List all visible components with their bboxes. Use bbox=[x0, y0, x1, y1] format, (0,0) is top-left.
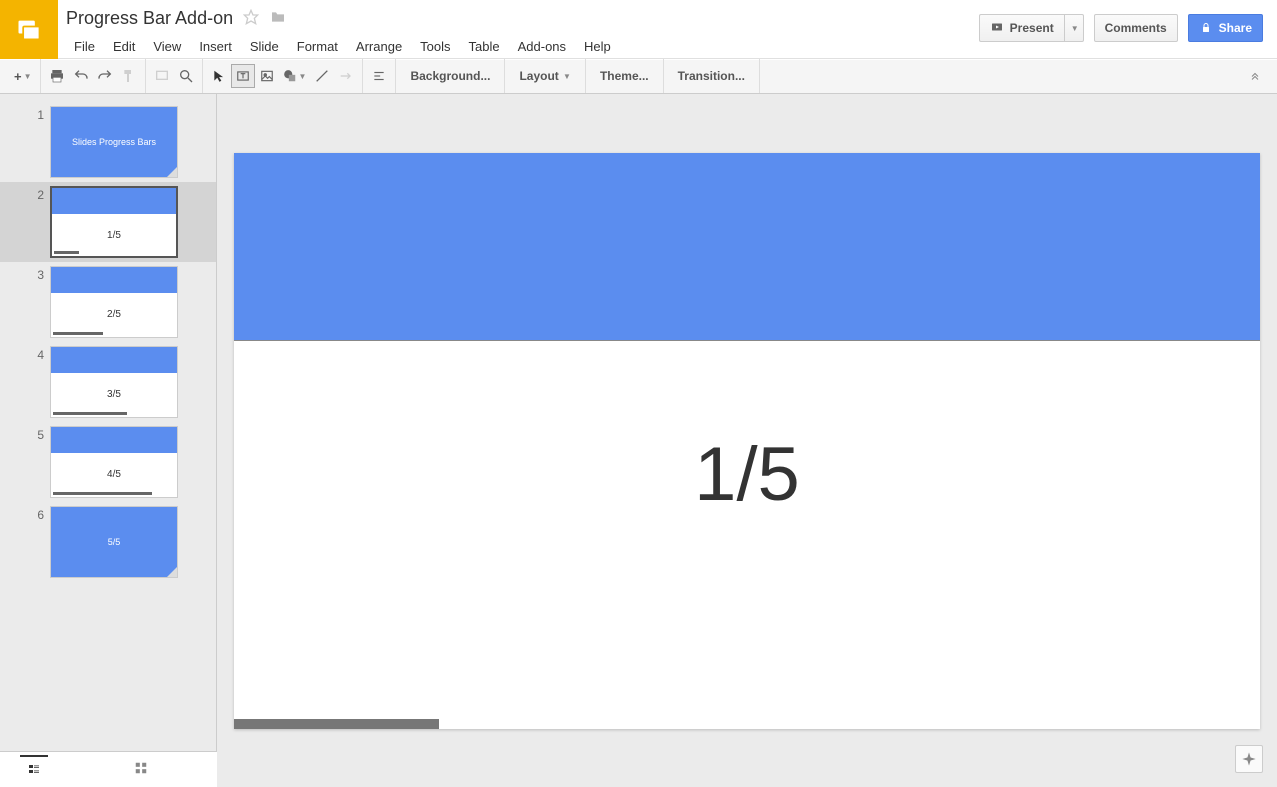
present-dropdown[interactable]: ▼ bbox=[1064, 14, 1084, 42]
menu-table[interactable]: Table bbox=[461, 35, 508, 58]
view-bar bbox=[0, 751, 217, 787]
menu-view[interactable]: View bbox=[145, 35, 189, 58]
thumbnail-row[interactable]: 3 2/5 bbox=[0, 262, 216, 342]
app-header: Progress Bar Add-on File Edit View Inser… bbox=[0, 0, 1277, 59]
thumbnail-title: Slides Progress Bars bbox=[51, 107, 177, 177]
slide-main-text: 1/5 bbox=[234, 431, 1260, 518]
background-button[interactable]: Background... bbox=[400, 64, 500, 88]
slide-panel[interactable]: 1 Slides Progress Bars 2 1/5 3 2/5 4 3/5 5 4/5 6 5/… bbox=[0, 94, 217, 787]
thumbnail-progress bbox=[54, 251, 79, 254]
thumbnail-number: 3 bbox=[0, 266, 44, 282]
arrow-icon[interactable] bbox=[334, 64, 358, 88]
present-button[interactable]: Present bbox=[979, 14, 1064, 42]
thumbnail-band bbox=[52, 188, 176, 214]
explore-button[interactable] bbox=[1235, 745, 1263, 773]
slide-header-band bbox=[234, 153, 1260, 341]
workspace: 1 Slides Progress Bars 2 1/5 3 2/5 4 3/5 5 4/5 6 5/… bbox=[0, 94, 1277, 787]
thumbnail-number: 1 bbox=[0, 106, 44, 122]
thumbnail-row[interactable]: 5 4/5 bbox=[0, 422, 216, 502]
present-button-group: Present ▼ bbox=[979, 14, 1084, 42]
thumbnail[interactable]: 3/5 bbox=[50, 346, 178, 418]
layout-button[interactable]: Layout ▼ bbox=[509, 64, 580, 88]
grid-view-icon[interactable] bbox=[128, 755, 154, 784]
theme-button[interactable]: Theme... bbox=[590, 64, 659, 88]
menu-format[interactable]: Format bbox=[289, 35, 346, 58]
shape-icon[interactable]: ▼ bbox=[279, 64, 311, 88]
present-label: Present bbox=[1010, 21, 1054, 35]
folder-icon[interactable] bbox=[269, 9, 287, 28]
thumbnail-row[interactable]: 4 3/5 bbox=[0, 342, 216, 422]
thumbnail-progress bbox=[53, 332, 103, 335]
thumbnail-row[interactable]: 6 5/5 bbox=[0, 502, 216, 582]
thumbnail[interactable]: 1/5 bbox=[50, 186, 178, 258]
collapse-toolbar-icon[interactable] bbox=[1239, 69, 1271, 84]
thumbnail-text: 2/5 bbox=[51, 293, 177, 337]
redo-icon[interactable] bbox=[93, 64, 117, 88]
align-icon[interactable] bbox=[367, 64, 391, 88]
print-icon[interactable] bbox=[45, 64, 69, 88]
current-slide[interactable]: 1/5 bbox=[234, 153, 1260, 729]
thumbnail-band bbox=[51, 267, 177, 293]
thumbnail-band bbox=[51, 427, 177, 453]
share-label: Share bbox=[1219, 21, 1252, 35]
filmstrip-view-icon[interactable] bbox=[20, 755, 48, 784]
thumbnail-number: 4 bbox=[0, 346, 44, 362]
thumbnail-number: 2 bbox=[0, 186, 44, 202]
menu-addons[interactable]: Add-ons bbox=[510, 35, 574, 58]
line-icon[interactable] bbox=[310, 64, 334, 88]
toolbar: +▼ ▼ Background... Layout ▼ Theme... Tra… bbox=[0, 59, 1277, 94]
document-title[interactable]: Progress Bar Add-on bbox=[66, 8, 233, 29]
paint-format-icon[interactable] bbox=[117, 64, 141, 88]
textbox-icon[interactable] bbox=[231, 64, 255, 88]
menu-insert[interactable]: Insert bbox=[191, 35, 240, 58]
new-slide-button[interactable]: +▼ bbox=[10, 64, 36, 88]
thumbnail-row[interactable]: 1 Slides Progress Bars bbox=[0, 102, 216, 182]
thumbnail[interactable]: Slides Progress Bars bbox=[50, 106, 178, 178]
header-actions: Present ▼ Comments Share bbox=[979, 0, 1277, 42]
title-area: Progress Bar Add-on File Edit View Inser… bbox=[58, 0, 979, 58]
menu-arrange[interactable]: Arrange bbox=[348, 35, 410, 58]
thumbnail-band bbox=[51, 347, 177, 373]
undo-icon[interactable] bbox=[69, 64, 93, 88]
present-icon bbox=[990, 22, 1004, 34]
star-icon[interactable] bbox=[243, 9, 259, 28]
menu-slide[interactable]: Slide bbox=[242, 35, 287, 58]
thumbnail-row[interactable]: 2 1/5 bbox=[0, 182, 216, 262]
slide-progress-bar bbox=[234, 719, 439, 729]
menu-edit[interactable]: Edit bbox=[105, 35, 143, 58]
thumbnail-text: 4/5 bbox=[51, 453, 177, 497]
transition-button[interactable]: Transition... bbox=[668, 64, 755, 88]
image-icon[interactable] bbox=[255, 64, 279, 88]
comments-button[interactable]: Comments bbox=[1094, 14, 1178, 42]
thumbnail-progress bbox=[53, 492, 152, 495]
zoom-icon[interactable] bbox=[174, 64, 198, 88]
thumbnail-text: 3/5 bbox=[51, 373, 177, 417]
menu-tools[interactable]: Tools bbox=[412, 35, 458, 58]
thumbnail[interactable]: 4/5 bbox=[50, 426, 178, 498]
slides-logo[interactable] bbox=[0, 0, 58, 59]
zoom-fit-icon[interactable] bbox=[150, 64, 174, 88]
thumbnail-number: 6 bbox=[0, 506, 44, 522]
thumbnail[interactable]: 2/5 bbox=[50, 266, 178, 338]
share-button[interactable]: Share bbox=[1188, 14, 1263, 42]
thumbnail-number: 5 bbox=[0, 426, 44, 442]
thumbnail-title: 5/5 bbox=[51, 507, 177, 577]
menubar: File Edit View Insert Slide Format Arran… bbox=[66, 35, 979, 58]
canvas-area[interactable]: 1/5 bbox=[217, 94, 1277, 787]
menu-help[interactable]: Help bbox=[576, 35, 619, 58]
select-icon[interactable] bbox=[207, 64, 231, 88]
menu-file[interactable]: File bbox=[66, 35, 103, 58]
thumbnail-progress bbox=[53, 412, 127, 415]
thumbnail[interactable]: 5/5 bbox=[50, 506, 178, 578]
lock-icon bbox=[1199, 22, 1213, 34]
